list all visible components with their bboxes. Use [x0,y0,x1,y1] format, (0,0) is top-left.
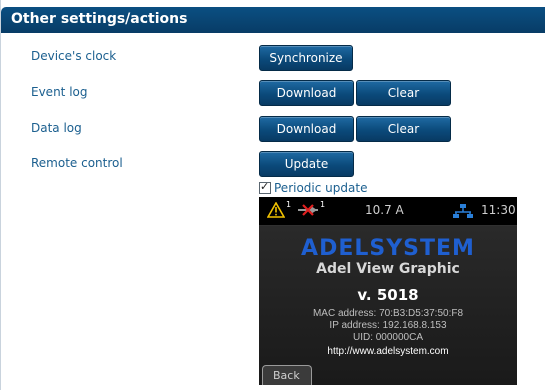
synchronize-button[interactable]: Synchronize [259,45,353,71]
warning-icon [267,202,285,218]
firmware-version: v. 5018 [357,286,419,304]
data-log-download-button[interactable]: Download [259,116,354,142]
current-reading: 10.7 A [365,203,404,217]
device-info-screen: ADELSYSTEM Adel View Graphic v. 5018 MAC… [259,226,517,385]
settings-panel: Other settings/actions Device's clock Sy… [0,0,545,390]
ip-address: IP address: 192.168.8.153 [329,320,447,331]
section-header: Other settings/actions [1,7,545,33]
update-button[interactable]: Update [259,151,354,177]
back-button[interactable]: Back [262,365,312,385]
data-log-label: Data log [31,121,82,135]
mac-address: MAC address: 70:B3:D5:37:50:F8 [312,308,464,319]
uid: UID: 000000CA [352,332,424,343]
event-log-download-button[interactable]: Download [259,80,354,106]
device-status-bar: 1 1 10.7 A 11:30 [259,197,517,226]
network-icon [453,204,473,218]
product-name: Adel View Graphic [316,261,460,277]
clock-time: 11:30 [481,203,516,217]
connection-count: 1 [320,200,326,209]
remote-display[interactable]: 1 1 10.7 A 11:30 ADELSYSTEM Adel View Gr… [259,197,517,385]
disconnected-icon [298,204,318,216]
event-log-label: Event log [31,85,88,99]
data-log-clear-button[interactable]: Clear [356,116,451,142]
remote-control-label: Remote control [31,156,123,170]
event-log-clear-button[interactable]: Clear [356,80,451,106]
device-clock-label: Device's clock [31,49,117,63]
warning-count: 1 [286,200,292,209]
periodic-update-label: Periodic update [274,181,368,195]
section-title: Other settings/actions [11,11,188,27]
brand-logo: ADELSYSTEM [301,236,475,261]
periodic-update-checkbox[interactable]: ✓ [259,180,271,194]
check-icon: ✓ [260,180,270,193]
website-url: http://www.adelsystem.com [327,346,449,357]
